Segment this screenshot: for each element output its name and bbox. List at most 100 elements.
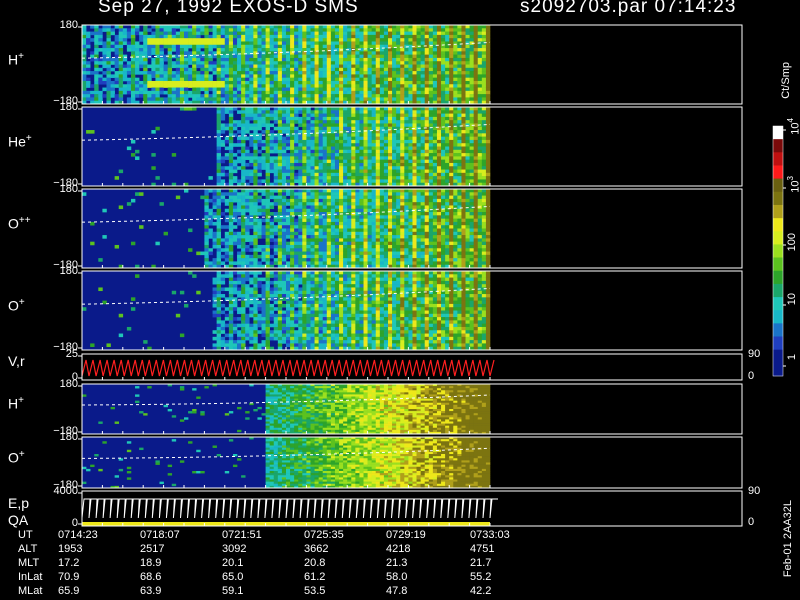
heat-cell [388,215,393,219]
heat-cell [261,25,266,29]
heat-cell [106,84,111,88]
heat-cell [339,133,344,137]
heat-cell [269,231,275,236]
heat-cell [347,254,352,259]
heat-cell [322,244,328,249]
heat-cell [396,179,401,184]
heat-cell [322,113,328,118]
heat-cell [396,113,401,118]
heat-cell [114,77,120,82]
heat-cell [253,172,258,177]
heat-cell [404,113,409,118]
heat-cell [457,84,462,88]
heat-cell [485,169,491,174]
heat-cell [383,235,389,239]
heat-cell [343,241,348,246]
heat-cell [359,64,364,69]
heat-cell [200,71,205,75]
heat-cell [159,51,164,55]
heat-cell [188,38,193,42]
heat-cell [102,87,107,92]
heat-cell [257,261,262,266]
heat-cell [379,107,385,111]
heat-cell [269,67,275,72]
heat-cell [265,113,270,118]
heat-cell [130,38,136,42]
heat-cell [339,162,344,167]
heat-cell [379,215,385,219]
heat-cell [383,28,389,32]
heat-cell [473,51,479,55]
heat-cell [359,208,364,213]
heat-cell [318,97,324,102]
heat-cell [249,61,254,65]
heat-cell [302,126,307,131]
heat-cell [375,139,381,144]
heat-cell [306,126,311,131]
heat-cell [216,146,222,151]
heat-cell [473,54,479,59]
heat-cell [277,84,283,88]
heat-cell [477,61,483,65]
heat-cell [310,41,315,46]
heat-cell [249,198,254,203]
heat-cell [453,176,458,180]
heat-cell [281,221,287,226]
heat-cell [400,41,405,46]
heat-cell [383,189,389,193]
heat-cell [261,110,266,114]
heat-cell [355,169,360,174]
heat-cell [314,189,319,193]
heat-cell [302,189,307,193]
heat-cell [481,126,487,131]
heat-cell [477,84,483,88]
heat-cell [375,189,381,193]
heat-cell [175,90,181,95]
heat-cell [302,166,307,170]
heat-cell [363,25,368,29]
heat-cell [367,143,372,147]
heat-cell [294,192,299,196]
heat-cell [465,48,470,52]
heat-cell [375,231,381,236]
heat-cell [281,169,287,174]
heat-cell [269,192,275,196]
heat-cell [343,202,348,206]
heat-cell [375,44,381,49]
heat-cell [351,34,356,39]
heat-cell [408,254,413,259]
heat-cell [420,159,426,164]
heat-cell [469,51,474,55]
heat-cell [106,48,111,52]
heat-cell [469,143,474,147]
heat-cell [359,169,364,174]
heat-cell [114,94,120,98]
heat-cell [326,235,332,239]
heat-cell [143,25,148,29]
heat-cell [318,67,324,72]
heat-cell [412,130,417,134]
heat-cell [481,146,487,151]
heat-cell [339,97,344,102]
heat-cell [310,149,315,154]
heat-cell [281,228,287,233]
heat-cell [216,251,222,256]
heat-cell [253,113,258,118]
heat-cell [392,166,397,170]
heat-cell [355,38,360,42]
heat-cell [339,74,344,78]
heat-cell [310,54,315,59]
heat-cell [286,179,291,184]
heat-cell [314,169,319,174]
heat-cell [436,156,442,160]
heat-cell [208,48,213,52]
heat-cell [273,57,279,62]
heat-cell [204,38,209,42]
heat-cell [253,34,258,39]
heat-cell [412,71,417,75]
heat-cell [461,87,466,92]
heat-cell [130,34,136,39]
heat-cell [363,172,368,177]
heat-cell [477,34,483,39]
heat-cell [375,116,381,121]
